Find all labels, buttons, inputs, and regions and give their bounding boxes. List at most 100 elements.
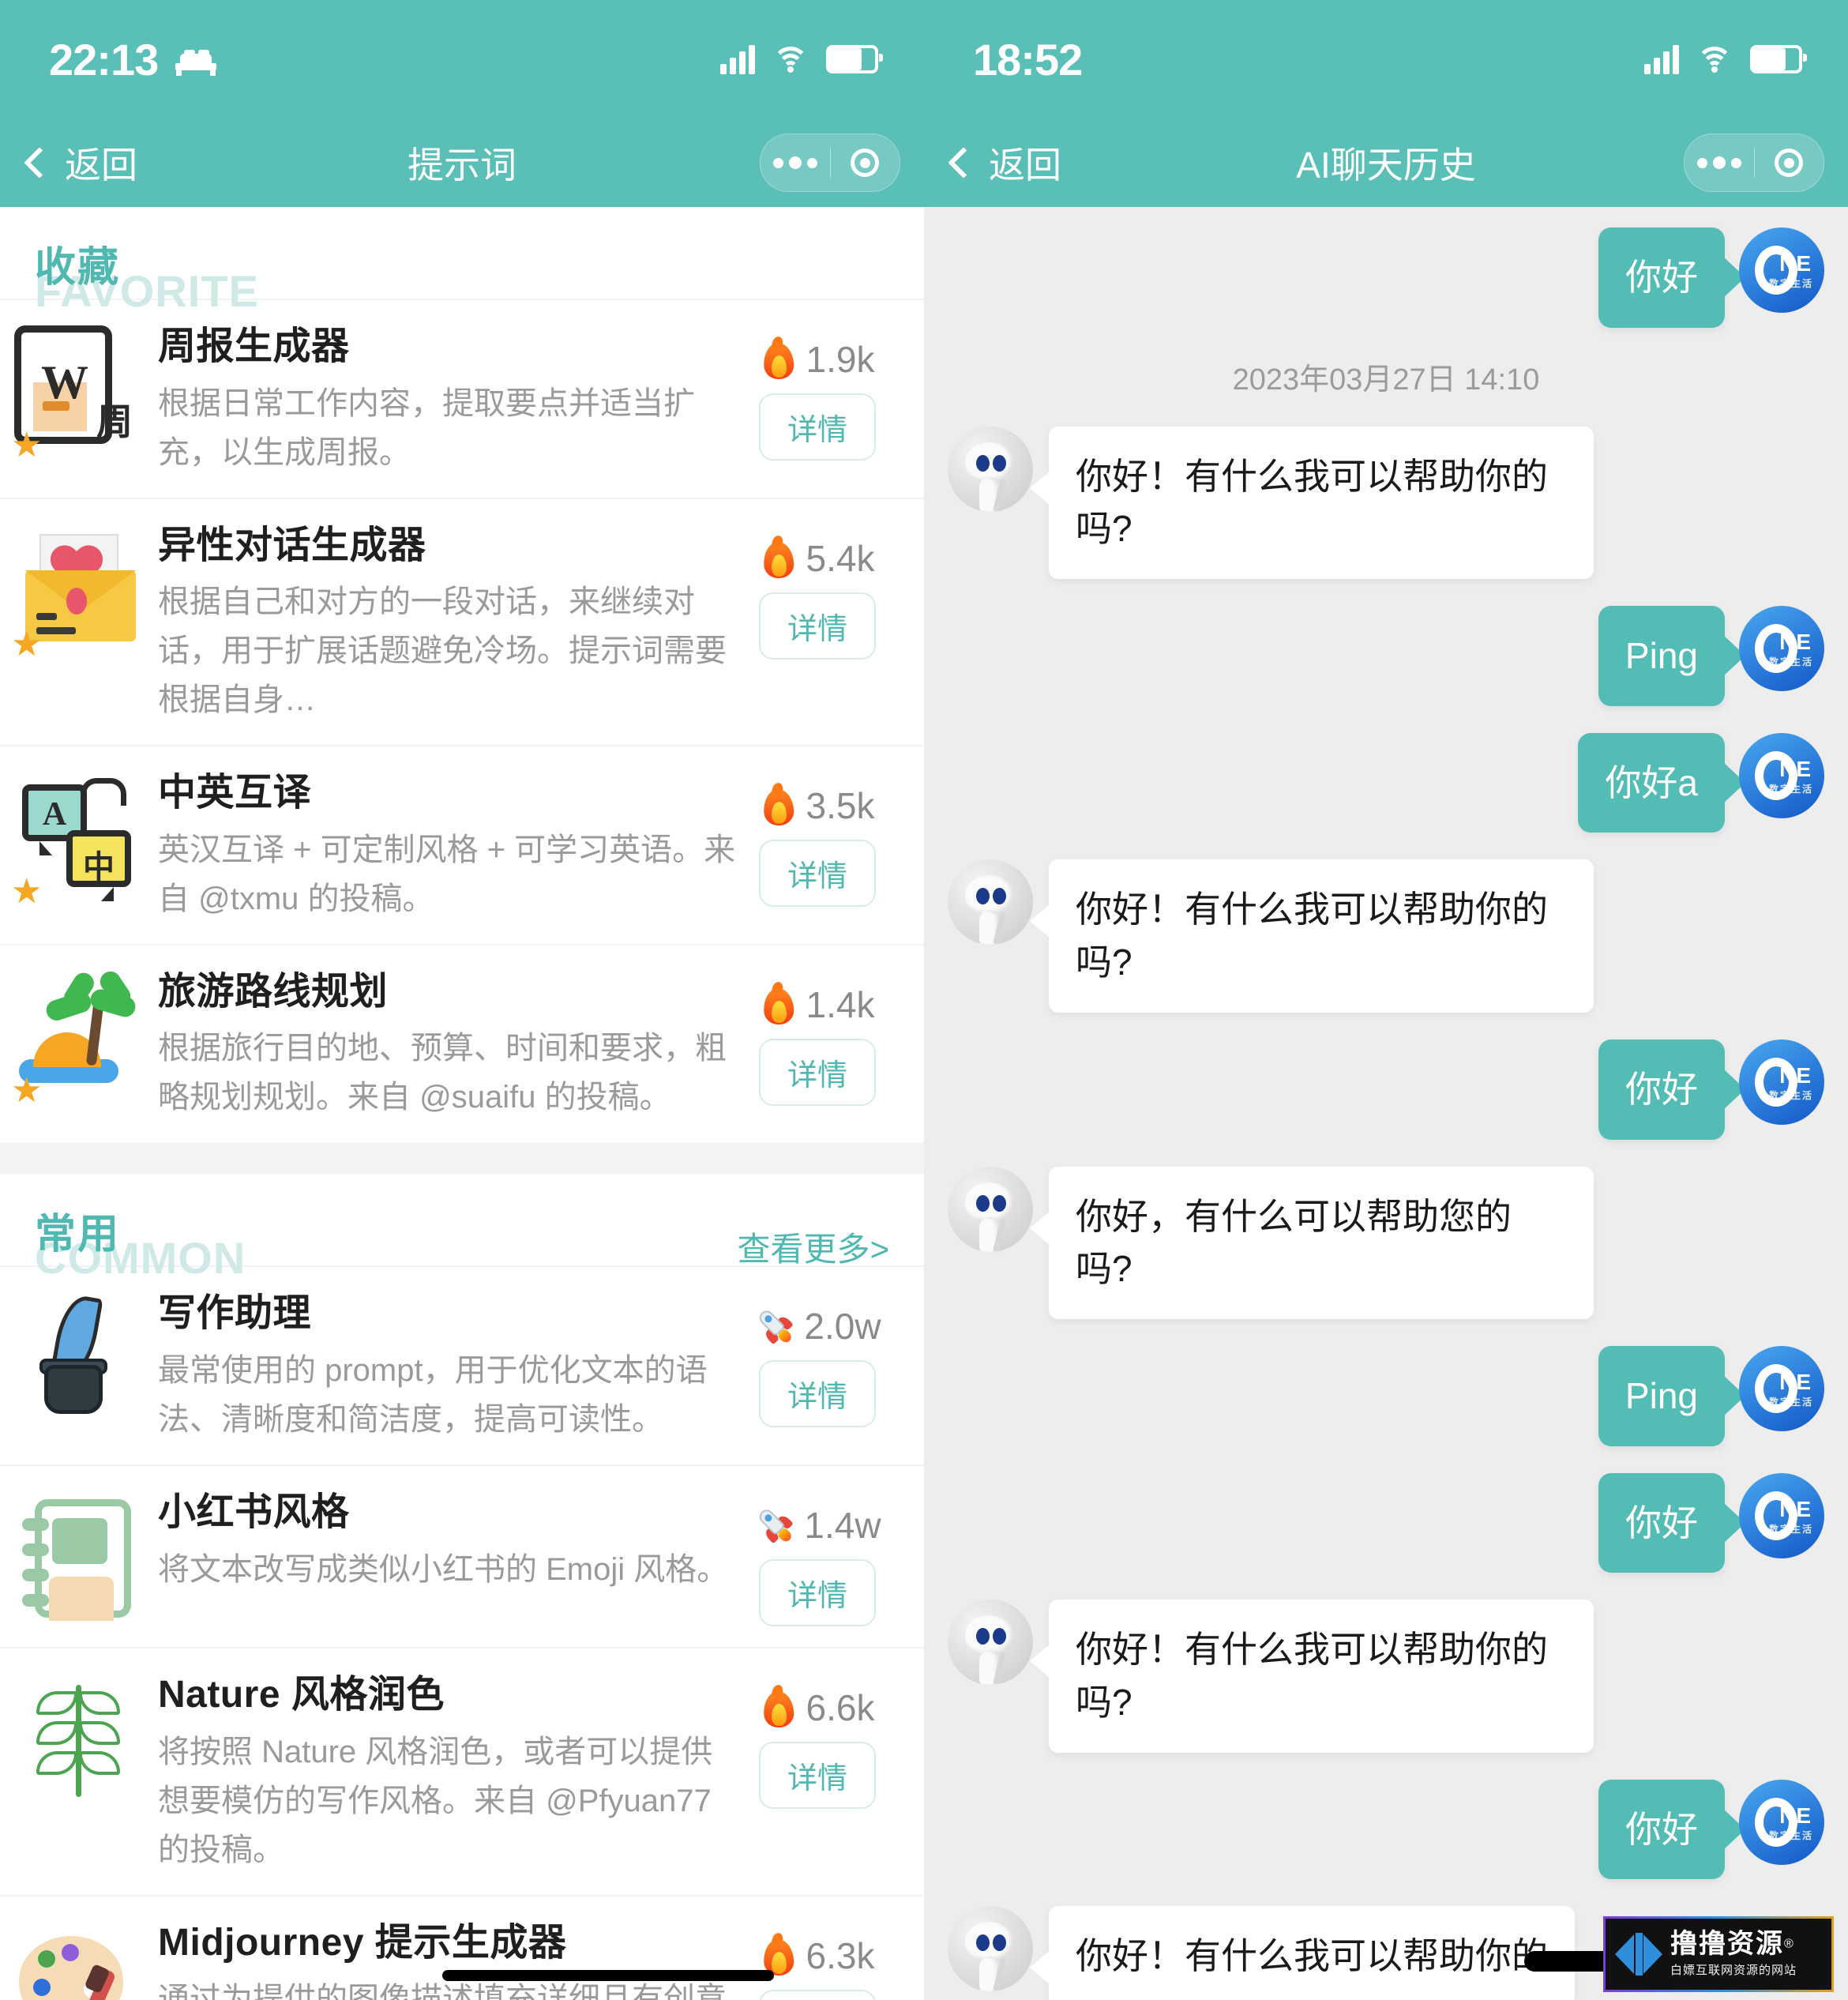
popularity: 6.3k (761, 1930, 874, 1977)
detail-button[interactable]: 详情 (758, 1558, 876, 1626)
prompt-meta: 6.6k 详情 (742, 1669, 892, 1809)
message-bubble[interactable]: Ping (1598, 606, 1725, 706)
detail-button[interactable]: 详情 (758, 1741, 876, 1809)
site-watermark: 撸撸资源® 白嫖互联网资源的网站 (1603, 1916, 1834, 1992)
weekly-report-icon: W周 ★ (11, 325, 147, 463)
dual-screenshot: 22:13 返回 提示词 收藏 FAVORITE W 周 ★ 周报生成器 根据日… (0, 0, 1848, 2000)
detail-button[interactable]: 详情 (758, 1038, 876, 1106)
close-miniprogram-button[interactable] (1755, 148, 1824, 177)
message-bubble[interactable]: 你好 (1598, 227, 1725, 328)
detail-button[interactable]: 详情 (758, 840, 876, 908)
prompt-meta: 2.0w 详情 (742, 1288, 892, 1428)
message-bubble[interactable]: 你好！有什么我可以帮助你的吗? (1030, 426, 1594, 580)
message-row-outgoing: 你好a NE 数字生活 (948, 732, 1824, 833)
user-avatar: NE 数字生活 (1739, 1345, 1824, 1431)
detail-button[interactable]: 详情 (758, 592, 876, 660)
prompt-row[interactable]: 小红书风格 将文本改写成类似小红书的 Emoji 风格。 1.4w 详情 (0, 1464, 924, 1647)
prompt-title: 周报生成器 (158, 325, 350, 367)
message-bubble[interactable]: 你好a (1578, 732, 1725, 833)
prompt-meta: 6.3k 详情 (742, 1917, 892, 2000)
popularity-count: 1.4w (804, 1504, 881, 1546)
detail-button[interactable]: 详情 (758, 393, 876, 461)
signal-icon (720, 44, 755, 74)
bot-avatar (948, 859, 1033, 945)
view-more-link[interactable]: 查看更多> (737, 1223, 889, 1271)
message-bubble[interactable]: 你好！有什么我可以帮助你的吗? (1030, 859, 1594, 1013)
section-gap (0, 1142, 924, 1175)
ellipsis-icon (772, 156, 817, 169)
detail-button[interactable]: 详情 (758, 1360, 876, 1428)
bot-avatar (948, 1166, 1033, 1252)
section-favorite: 收藏 FAVORITE W周 ★ 周报生成器 根据日常工作内容，提取要点并适当扩… (0, 207, 924, 1143)
message-bubble[interactable]: 你好，有什么可以帮助您的吗? (1030, 1166, 1594, 1319)
message-bubble[interactable]: 你好！有什么我可以帮助你的 (1030, 1906, 1575, 2000)
message-bubble[interactable]: 你好！有什么我可以帮助你的吗? (1030, 1600, 1594, 1753)
more-menu-button[interactable] (1685, 156, 1754, 169)
message-bubble[interactable]: 你好 (1598, 1779, 1725, 1880)
notebook-icon (14, 1491, 147, 1624)
prompt-desc: 最常使用的 prompt，用于优化文本的语法、清晰度和简洁度，提高可读性。 (158, 1352, 708, 1437)
target-circle-icon (1775, 148, 1804, 177)
flame-icon (761, 1683, 797, 1729)
message-bubble[interactable]: Ping (1598, 1345, 1725, 1446)
prompt-meta: 5.4k 详情 (742, 520, 892, 660)
prompt-desc: 英汉互译 + 可定制风格 + 可学习英语。来自 @txmu 的投稿。 (158, 832, 736, 916)
prompt-row[interactable]: Nature 风格润色 将按照 Nature 风格润色，或者可以提供想要模仿的写… (0, 1646, 924, 1895)
prompt-desc: 将文本改写成类似小红书的 Emoji 风格。 (158, 1551, 729, 1587)
prompt-row[interactable]: Midjourney 提示生成器 通过为提供的图像描述填充详细且有创意的描述，激… (0, 1894, 924, 2000)
flame-icon (761, 781, 797, 827)
more-menu-button[interactable] (761, 156, 830, 169)
rocket-icon (745, 1297, 804, 1356)
message-bubble[interactable]: 你好 (1598, 1039, 1725, 1140)
signal-icon (1644, 44, 1679, 74)
wifi-icon (772, 45, 809, 73)
target-circle-icon (851, 148, 880, 177)
bed-icon (175, 46, 217, 76)
prompt-meta: 3.5k 详情 (742, 767, 892, 908)
popularity: 6.6k (761, 1683, 874, 1729)
translate-icon: A中 ★ (11, 772, 147, 909)
user-avatar: NE 数字生活 (1739, 1779, 1824, 1865)
status-right-group (1644, 44, 1807, 74)
chat-message-list[interactable]: 你好 NE 数字生活 2023年03月27日 14:10 你好！有什么我可以帮助你的吗?… (924, 207, 1848, 2000)
prompt-title: 中英互译 (158, 772, 312, 814)
close-miniprogram-button[interactable] (831, 148, 900, 177)
prompt-row[interactable]: 写作助理 最常使用的 prompt，用于优化文本的语法、清晰度和简洁度，提高可读… (0, 1265, 924, 1464)
battery-icon (1750, 45, 1807, 73)
prompt-row[interactable]: W周 ★ 周报生成器 根据日常工作内容，提取要点并适当扩充，以生成周报。 1.9… (0, 299, 924, 498)
watermark-logo-icon (1613, 1930, 1664, 1979)
battery-icon (826, 45, 883, 73)
island-icon: ★ (11, 967, 147, 1107)
love-letter-icon: ★ (11, 524, 147, 661)
status-left-group: 22:13 (49, 34, 217, 85)
chevron-left-icon (24, 147, 55, 179)
chevron-left-icon (948, 147, 979, 179)
status-time: 18:52 (973, 34, 1083, 85)
message-bubble[interactable]: 你好 (1598, 1472, 1725, 1573)
prompt-row[interactable]: ★ 旅游路线规划 根据旅行目的地、预算、时间和要求，粗略规划规划。来自 @sua… (0, 943, 924, 1143)
prompt-text-block: 小红书风格 将文本改写成类似小红书的 Emoji 风格。 (158, 1487, 742, 1594)
message-timestamp: 2023年03月27日 14:10 (1232, 363, 1540, 397)
bot-avatar (948, 426, 1033, 512)
prompt-row[interactable]: A中 ★ 中英互译 英汉互译 + 可定制风格 + 可学习英语。来自 @txmu … (0, 745, 924, 944)
back-button[interactable]: 返回 (924, 137, 1061, 189)
popularity-count: 1.9k (806, 339, 875, 380)
prompt-title: 写作助理 (158, 1292, 312, 1335)
prompt-text-block: 中英互译 英汉互译 + 可定制风格 + 可学习英语。来自 @txmu 的投稿。 (158, 767, 742, 923)
user-avatar: NE 数字生活 (1739, 606, 1824, 692)
status-right-group (720, 44, 883, 74)
prompt-title: 旅游路线规划 (158, 970, 389, 1013)
wechat-capsule[interactable] (760, 133, 900, 192)
prompt-list[interactable]: 收藏 FAVORITE W周 ★ 周报生成器 根据日常工作内容，提取要点并适当扩… (0, 207, 924, 2000)
prompt-text-block: 旅游路线规划 根据旅行目的地、预算、时间和要求，粗略规划规划。来自 @suaif… (158, 966, 742, 1122)
section-header-favorite: 收藏 FAVORITE (0, 207, 924, 316)
section-header-common: 常用 COMMON 查看更多> (0, 1174, 924, 1283)
prompt-row[interactable]: ★ 异性对话生成器 根据自己和对方的一段对话，来继续对话，用于扩展话题避免冷场。… (0, 497, 924, 746)
message-row-outgoing: Ping NE 数字生活 (948, 1345, 1824, 1446)
back-label: 返回 (989, 145, 1061, 186)
prompt-meta: 1.4k 详情 (742, 966, 892, 1106)
wechat-capsule[interactable] (1684, 133, 1824, 192)
back-button[interactable]: 返回 (0, 137, 137, 189)
message-row-incoming: 你好！有什么我可以帮助你的吗? (948, 426, 1824, 580)
detail-button[interactable]: 详情 (758, 1989, 876, 2000)
